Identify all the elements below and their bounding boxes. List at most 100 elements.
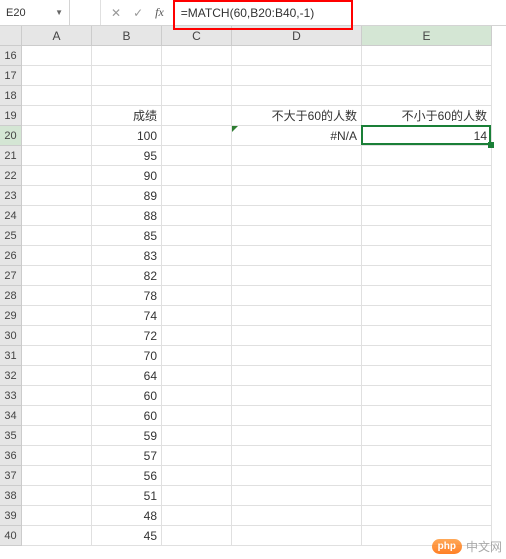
cell-B27[interactable]: 82: [92, 266, 162, 286]
row-header-32[interactable]: 32: [0, 366, 22, 386]
cell-E34[interactable]: [362, 406, 492, 426]
cell-E21[interactable]: [362, 146, 492, 166]
cell-E29[interactable]: [362, 306, 492, 326]
cell-B19[interactable]: 成绩: [92, 106, 162, 126]
cell-C31[interactable]: [162, 346, 232, 366]
cell-A35[interactable]: [22, 426, 92, 446]
name-box[interactable]: E20 ▼: [0, 0, 70, 25]
cell-A33[interactable]: [22, 386, 92, 406]
cell-C35[interactable]: [162, 426, 232, 446]
cell-D20[interactable]: #N/A: [232, 126, 362, 146]
cell-A17[interactable]: [22, 66, 92, 86]
cell-A39[interactable]: [22, 506, 92, 526]
cell-E26[interactable]: [362, 246, 492, 266]
cell-D39[interactable]: [232, 506, 362, 526]
cell-A26[interactable]: [22, 246, 92, 266]
row-header-21[interactable]: 21: [0, 146, 22, 166]
cell-D38[interactable]: [232, 486, 362, 506]
cell-E27[interactable]: [362, 266, 492, 286]
cell-A40[interactable]: [22, 526, 92, 546]
cell-B38[interactable]: 51: [92, 486, 162, 506]
cell-B36[interactable]: 57: [92, 446, 162, 466]
row-header-31[interactable]: 31: [0, 346, 22, 366]
cell-E22[interactable]: [362, 166, 492, 186]
confirm-icon[interactable]: ✓: [133, 6, 143, 20]
cell-E19[interactable]: 不小于60的人数: [362, 106, 492, 126]
cell-A20[interactable]: [22, 126, 92, 146]
cell-A18[interactable]: [22, 86, 92, 106]
cell-A30[interactable]: [22, 326, 92, 346]
cell-C20[interactable]: [162, 126, 232, 146]
cell-B30[interactable]: 72: [92, 326, 162, 346]
row-header-28[interactable]: 28: [0, 286, 22, 306]
cell-A36[interactable]: [22, 446, 92, 466]
cell-B25[interactable]: 85: [92, 226, 162, 246]
cell-B39[interactable]: 48: [92, 506, 162, 526]
cell-A19[interactable]: [22, 106, 92, 126]
cell-E16[interactable]: [362, 46, 492, 66]
cell-B21[interactable]: 95: [92, 146, 162, 166]
cell-B40[interactable]: 45: [92, 526, 162, 546]
cell-C16[interactable]: [162, 46, 232, 66]
cell-C30[interactable]: [162, 326, 232, 346]
cell-E28[interactable]: [362, 286, 492, 306]
row-header-38[interactable]: 38: [0, 486, 22, 506]
cell-E35[interactable]: [362, 426, 492, 446]
cell-C25[interactable]: [162, 226, 232, 246]
row-header-39[interactable]: 39: [0, 506, 22, 526]
cell-A16[interactable]: [22, 46, 92, 66]
cell-A32[interactable]: [22, 366, 92, 386]
cell-E37[interactable]: [362, 466, 492, 486]
cell-E17[interactable]: [362, 66, 492, 86]
cell-A38[interactable]: [22, 486, 92, 506]
cell-D29[interactable]: [232, 306, 362, 326]
cell-C33[interactable]: [162, 386, 232, 406]
col-header-A[interactable]: A: [22, 26, 92, 46]
cell-B37[interactable]: 56: [92, 466, 162, 486]
row-header-19[interactable]: 19: [0, 106, 22, 126]
cell-B32[interactable]: 64: [92, 366, 162, 386]
cell-B35[interactable]: 59: [92, 426, 162, 446]
cell-D30[interactable]: [232, 326, 362, 346]
cell-D37[interactable]: [232, 466, 362, 486]
cell-E31[interactable]: [362, 346, 492, 366]
cell-D31[interactable]: [232, 346, 362, 366]
cell-A34[interactable]: [22, 406, 92, 426]
cell-B26[interactable]: 83: [92, 246, 162, 266]
cell-C22[interactable]: [162, 166, 232, 186]
col-header-D[interactable]: D: [232, 26, 362, 46]
cell-C27[interactable]: [162, 266, 232, 286]
cell-C29[interactable]: [162, 306, 232, 326]
cell-D17[interactable]: [232, 66, 362, 86]
error-indicator-icon[interactable]: [232, 126, 238, 132]
cell-E20[interactable]: 14: [362, 126, 492, 146]
cell-B31[interactable]: 70: [92, 346, 162, 366]
cell-A22[interactable]: [22, 166, 92, 186]
cell-B28[interactable]: 78: [92, 286, 162, 306]
cell-C24[interactable]: [162, 206, 232, 226]
cell-B18[interactable]: [92, 86, 162, 106]
cell-E38[interactable]: [362, 486, 492, 506]
cell-D32[interactable]: [232, 366, 362, 386]
row-header-30[interactable]: 30: [0, 326, 22, 346]
cell-B33[interactable]: 60: [92, 386, 162, 406]
chevron-down-icon[interactable]: ▼: [55, 8, 63, 17]
fx-button[interactable]: fx: [155, 5, 164, 20]
cell-B29[interactable]: 74: [92, 306, 162, 326]
row-header-40[interactable]: 40: [0, 526, 22, 546]
row-header-25[interactable]: 25: [0, 226, 22, 246]
col-header-B[interactable]: B: [92, 26, 162, 46]
cell-D21[interactable]: [232, 146, 362, 166]
cell-B17[interactable]: [92, 66, 162, 86]
row-header-29[interactable]: 29: [0, 306, 22, 326]
cell-B16[interactable]: [92, 46, 162, 66]
cell-C21[interactable]: [162, 146, 232, 166]
cell-C36[interactable]: [162, 446, 232, 466]
cell-C23[interactable]: [162, 186, 232, 206]
cell-D22[interactable]: [232, 166, 362, 186]
cell-E25[interactable]: [362, 226, 492, 246]
cell-C19[interactable]: [162, 106, 232, 126]
row-header-36[interactable]: 36: [0, 446, 22, 466]
cell-D23[interactable]: [232, 186, 362, 206]
cell-E23[interactable]: [362, 186, 492, 206]
